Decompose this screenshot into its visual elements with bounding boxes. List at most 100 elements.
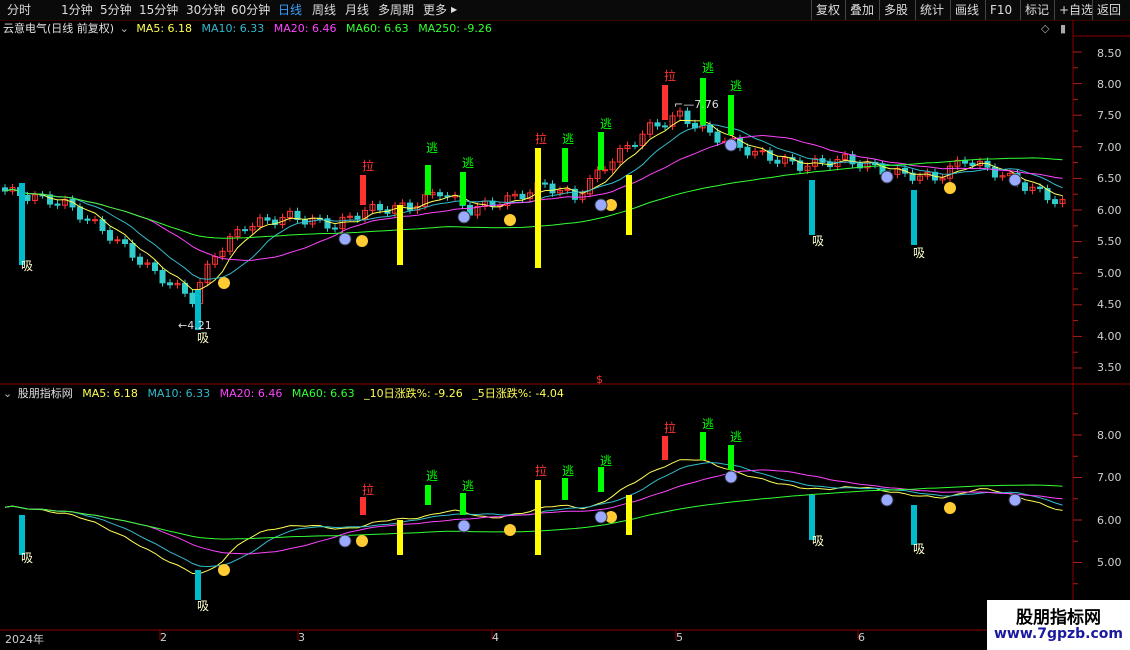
candle-body [234, 229, 241, 238]
candle-body [887, 173, 893, 176]
candle-body [159, 270, 166, 284]
sub-pull-signal-label: 拉 [535, 463, 547, 478]
candle-body [84, 218, 91, 221]
candle-body [107, 230, 113, 241]
sub-signal-bar [662, 436, 668, 460]
candle-body [504, 195, 511, 207]
period-tab-fenshi[interactable]: 分时 [7, 0, 31, 20]
candle-body [332, 227, 338, 230]
sub-buy-signal-label: 吸 [913, 542, 925, 556]
candle-body [872, 161, 878, 166]
sub-indicator-dropdown-icon[interactable]: ⌄ [3, 387, 12, 400]
candle-body [827, 161, 833, 168]
candle-body [902, 167, 908, 174]
candle-body [519, 193, 526, 200]
indicator-dropdown-icon[interactable]: ⌄ [120, 22, 129, 35]
signal-bar [562, 148, 568, 182]
diamond-icon[interactable]: ◇ [1041, 22, 1049, 35]
add-favorite-button[interactable]: +自选 [1054, 0, 1097, 20]
buy-signal-label: 吸 [913, 246, 925, 260]
candle-body [962, 159, 968, 164]
sub-pull-signal-label: 拉 [664, 420, 676, 435]
sad-face-icon [1008, 493, 1022, 507]
candle-body [924, 171, 931, 177]
candle-body [39, 194, 46, 197]
candle-body [414, 205, 421, 211]
money-bag-icon [944, 182, 956, 194]
escape-signal-label: 逃 [462, 156, 474, 170]
sub-indicator-title: 股朋指标网 [17, 387, 73, 400]
period-tab-multi[interactable]: 多周期 [378, 0, 414, 20]
escape-signal-label: 逃 [562, 132, 574, 146]
candle-body [624, 144, 631, 149]
candle-body [444, 195, 451, 198]
statistics-button[interactable]: 统计 [915, 0, 948, 20]
money-bag-icon [605, 199, 617, 211]
candle-body [204, 263, 211, 284]
multi-stock-button[interactable]: 多股 [879, 0, 912, 20]
candle-body [774, 159, 781, 164]
candle-body [767, 150, 773, 161]
candle-body [909, 172, 916, 181]
period-tab-monthly[interactable]: 月线 [345, 0, 369, 20]
candle-body [947, 165, 953, 179]
candle-body [242, 229, 248, 232]
candle-body [722, 140, 728, 143]
candle-body [1029, 186, 1036, 191]
sad-face-icon [1008, 173, 1022, 187]
candle-body [579, 193, 586, 200]
candle-body [17, 187, 23, 196]
sub-escape-signal-label: 逃 [702, 417, 714, 431]
main-y-tick: 8.00 [1097, 78, 1122, 91]
period-tab-15min[interactable]: 15分钟 [139, 0, 178, 20]
panel-toggle-icon[interactable]: ▮ [1060, 22, 1066, 35]
x-axis-label: 2024年 [5, 633, 44, 646]
sub-signal-bar [19, 515, 25, 555]
period-tab-more[interactable]: 更多 [423, 0, 447, 20]
f10-button[interactable]: F10 [985, 0, 1016, 20]
period-tab-60min[interactable]: 60分钟 [231, 0, 270, 20]
draw-line-button[interactable]: 画线 [950, 0, 983, 20]
buy-signal-label: 吸 [21, 259, 33, 273]
escape-signal-label: 逃 [426, 141, 438, 155]
candle-body [144, 262, 151, 265]
candle-body [249, 225, 256, 231]
candle-body [212, 256, 218, 265]
sub-signal-bar [460, 493, 466, 515]
candle-body [264, 217, 271, 221]
candle-body [377, 203, 383, 211]
candle-body [407, 202, 413, 211]
period-tab-30min[interactable]: 30分钟 [186, 0, 225, 20]
period-tab-1min[interactable]: 1分钟 [61, 0, 93, 20]
sub-escape-signal-label: 逃 [730, 430, 742, 444]
main-legend: 云意电气(日线 前复权) ⌄ MA5: 6.18 MA10: 6.33 MA20… [3, 21, 498, 37]
ma60-value: MA60: 6.63 [345, 22, 409, 35]
candle-body [197, 282, 203, 305]
period-tab-daily[interactable]: 日线 [278, 0, 302, 20]
period-tab-weekly[interactable]: 周线 [312, 0, 336, 20]
period-tab-5min[interactable]: 5分钟 [100, 0, 132, 20]
sub-signal-bar [598, 467, 604, 492]
signal-bar [911, 190, 917, 245]
more-arrow-icon[interactable]: ▶ [451, 0, 457, 20]
candle-body [527, 192, 533, 200]
sub-ma5-value: MA5: 6.18 [82, 387, 138, 400]
candle-body [182, 282, 188, 294]
candle-body [984, 160, 991, 168]
money-bag-icon [504, 214, 516, 226]
candle-body [729, 138, 736, 142]
candle-body [894, 167, 901, 175]
buy-signal-label: 吸 [812, 234, 824, 248]
overlay-button[interactable]: 叠加 [845, 0, 878, 20]
candle-body [992, 166, 998, 178]
sub-signal-bar [911, 505, 917, 545]
sad-face-icon [594, 510, 608, 524]
candle-body [662, 125, 668, 128]
back-button[interactable]: 返回 [1092, 0, 1125, 20]
candle-body [92, 219, 98, 222]
sub-signal-bar [626, 495, 632, 535]
mark-button[interactable]: 标记 [1020, 0, 1053, 20]
candle-body [429, 192, 436, 196]
ma5-value: MA5: 6.18 [136, 22, 193, 35]
restore-rights-button[interactable]: 复权 [811, 0, 844, 20]
